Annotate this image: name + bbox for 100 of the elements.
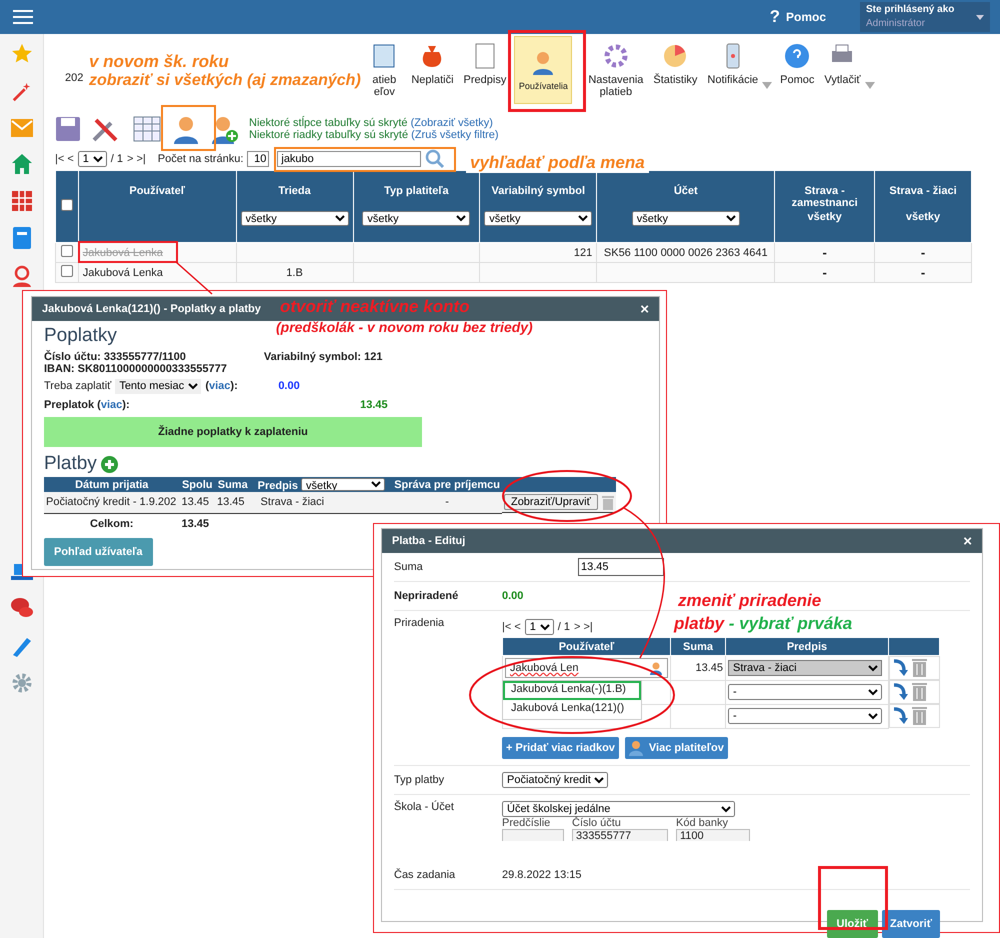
- filter-select[interactable]: všetky: [632, 211, 740, 226]
- user-field[interactable]: Jakubová Len: [505, 658, 668, 678]
- person-icon[interactable]: [10, 265, 32, 287]
- trash-icon[interactable]: [912, 683, 927, 701]
- page-select[interactable]: 1: [78, 151, 107, 167]
- close-button[interactable]: ×: [640, 300, 649, 318]
- annotation-text: - vybrať prváka: [728, 614, 852, 633]
- column-header: Správa pre príjemcu: [392, 477, 502, 492]
- dialog-title: Platba - Edituj: [392, 535, 466, 547]
- save-icon[interactable]: [55, 116, 81, 142]
- period-select[interactable]: Tento mesiac: [115, 378, 202, 394]
- table-cell: 13.45: [179, 492, 215, 513]
- page-select[interactable]: 1: [524, 619, 554, 635]
- help-link[interactable]: Pomoc: [786, 10, 826, 24]
- pager-last[interactable]: > >|: [127, 153, 146, 165]
- column-header[interactable]: Účet všetky: [596, 170, 775, 242]
- toolbar-button[interactable]: 202: [65, 40, 84, 84]
- checkbox[interactable]: [60, 245, 73, 257]
- toolbar-label: Vytlačiť: [824, 74, 861, 86]
- item-select[interactable]: -: [728, 708, 882, 724]
- login-box[interactable]: Ste prihlásený ako Administrátor: [860, 2, 990, 32]
- toolbar-button[interactable]: Pomoc: [778, 40, 816, 88]
- trash-icon[interactable]: [912, 707, 927, 725]
- person-icon: [628, 740, 643, 756]
- help-icon: [784, 42, 810, 70]
- grid-icon[interactable]: [12, 191, 32, 211]
- pager-last[interactable]: > >|: [574, 621, 593, 633]
- table-icon[interactable]: [133, 116, 161, 142]
- toolbar-button[interactable]: Vytlačiť: [822, 40, 863, 88]
- toolbar-label: Notifikácie: [707, 74, 758, 86]
- toolbar-button[interactable]: Neplatiči: [409, 40, 456, 88]
- filter-select[interactable]: všetky: [240, 211, 349, 226]
- table-cell: 13.45: [670, 656, 726, 680]
- document-icon: [371, 42, 398, 70]
- checkbox[interactable]: [60, 199, 73, 211]
- annotation-text: zobraziť si všetkých (aj zmazaných): [89, 72, 361, 90]
- toolbar-button[interactable]: Nastavenia platieb: [586, 40, 646, 100]
- pager-first[interactable]: |< <: [502, 621, 521, 633]
- item-select[interactable]: Strava - žiaci: [728, 660, 882, 676]
- arrow-icon[interactable]: [892, 659, 908, 677]
- magic-wand-icon[interactable]: [10, 81, 32, 103]
- user-icon[interactable]: [171, 114, 201, 144]
- column-header[interactable]: Používateľ: [78, 170, 236, 242]
- per-page-field[interactable]: 10: [247, 151, 270, 167]
- search-field[interactable]: jakubo: [277, 151, 422, 167]
- item-select[interactable]: -: [728, 684, 882, 700]
- trash-icon[interactable]: [912, 659, 927, 677]
- filter-dropdown[interactable]: všetky: [879, 211, 967, 223]
- filter-select[interactable]: všetky: [301, 478, 386, 490]
- dialog-title: Jakubová Lenka(121)() - Poplatky a platby: [42, 303, 261, 315]
- add-rows-button[interactable]: + Pridať viac riadkov: [502, 736, 619, 758]
- book-icon[interactable]: [12, 227, 30, 249]
- field-label: Priradenia: [394, 617, 446, 629]
- account-select[interactable]: Účet školskej jedálne: [502, 800, 735, 816]
- column-header[interactable]: Variabilný symbol všetky: [480, 170, 597, 242]
- field-label: Čas zadania: [394, 868, 456, 880]
- add-user-icon[interactable]: [211, 114, 239, 144]
- suggestion-item[interactable]: Jakubová Lenka(121)(): [503, 700, 641, 719]
- table-cell: -: [774, 242, 875, 262]
- settings-icon[interactable]: [12, 673, 32, 693]
- column-header[interactable]: Strava - žiaci všetky: [874, 170, 972, 242]
- pie-chart-icon: [662, 42, 688, 70]
- filter-select[interactable]: všetky: [362, 211, 470, 226]
- note-link[interactable]: (Zruš všetky filtre): [411, 129, 499, 141]
- more-link[interactable]: viac: [100, 399, 122, 411]
- arrow-icon[interactable]: [892, 683, 908, 701]
- column-header[interactable]: Typ platiteľa všetky: [353, 170, 480, 242]
- house-icon[interactable]: [10, 153, 32, 175]
- column-header[interactable]: Trieda všetky: [236, 170, 354, 242]
- toolbar-button[interactable]: Používatelia: [514, 36, 572, 104]
- pager-first[interactable]: |< <: [55, 153, 74, 165]
- field-label: Nepriradené: [394, 590, 460, 602]
- column-header[interactable]: Strava - zamestnanci všetky: [774, 170, 875, 242]
- pen-icon[interactable]: [10, 635, 32, 657]
- iban: IBAN: SK8011000000000333555777: [44, 363, 228, 375]
- toolbar-button[interactable]: atieb eľov: [365, 40, 404, 100]
- close-button[interactable]: ×: [963, 532, 972, 550]
- star-icon[interactable]: [10, 43, 32, 65]
- more-payers-button[interactable]: Viac platiteľov: [624, 736, 728, 758]
- note-link[interactable]: (Zobraziť všetky): [410, 117, 493, 129]
- filter-select[interactable]: všetky: [484, 211, 592, 226]
- toolbar-button[interactable]: Predpisy: [462, 40, 508, 88]
- checkbox[interactable]: [60, 265, 73, 277]
- more-link[interactable]: viac: [208, 380, 230, 392]
- filter-dropdown[interactable]: všetky: [779, 211, 870, 223]
- table-cell: Jakubová Lenka: [78, 242, 236, 262]
- payment-type-select[interactable]: Počiatočný kredit: [502, 772, 608, 788]
- envelope-icon[interactable]: [10, 119, 32, 137]
- status-banner: Žiadne poplatky k zaplateniu: [44, 417, 422, 447]
- chat-icon[interactable]: [10, 597, 34, 619]
- sum-field[interactable]: 13.45: [578, 558, 664, 576]
- toolbar-button[interactable]: Štatistiky: [651, 40, 700, 88]
- close-button[interactable]: Zatvoriť: [882, 910, 940, 938]
- arrow-icon[interactable]: [892, 707, 908, 725]
- add-icon[interactable]: [100, 456, 118, 472]
- search-icon[interactable]: [425, 149, 446, 169]
- help-icon[interactable]: ?: [770, 7, 780, 27]
- toolbar-button[interactable]: Notifikácie: [705, 40, 760, 88]
- menu-icon[interactable]: [13, 9, 33, 25]
- view-edit-button[interactable]: Zobraziť/Upraviť: [504, 494, 598, 510]
